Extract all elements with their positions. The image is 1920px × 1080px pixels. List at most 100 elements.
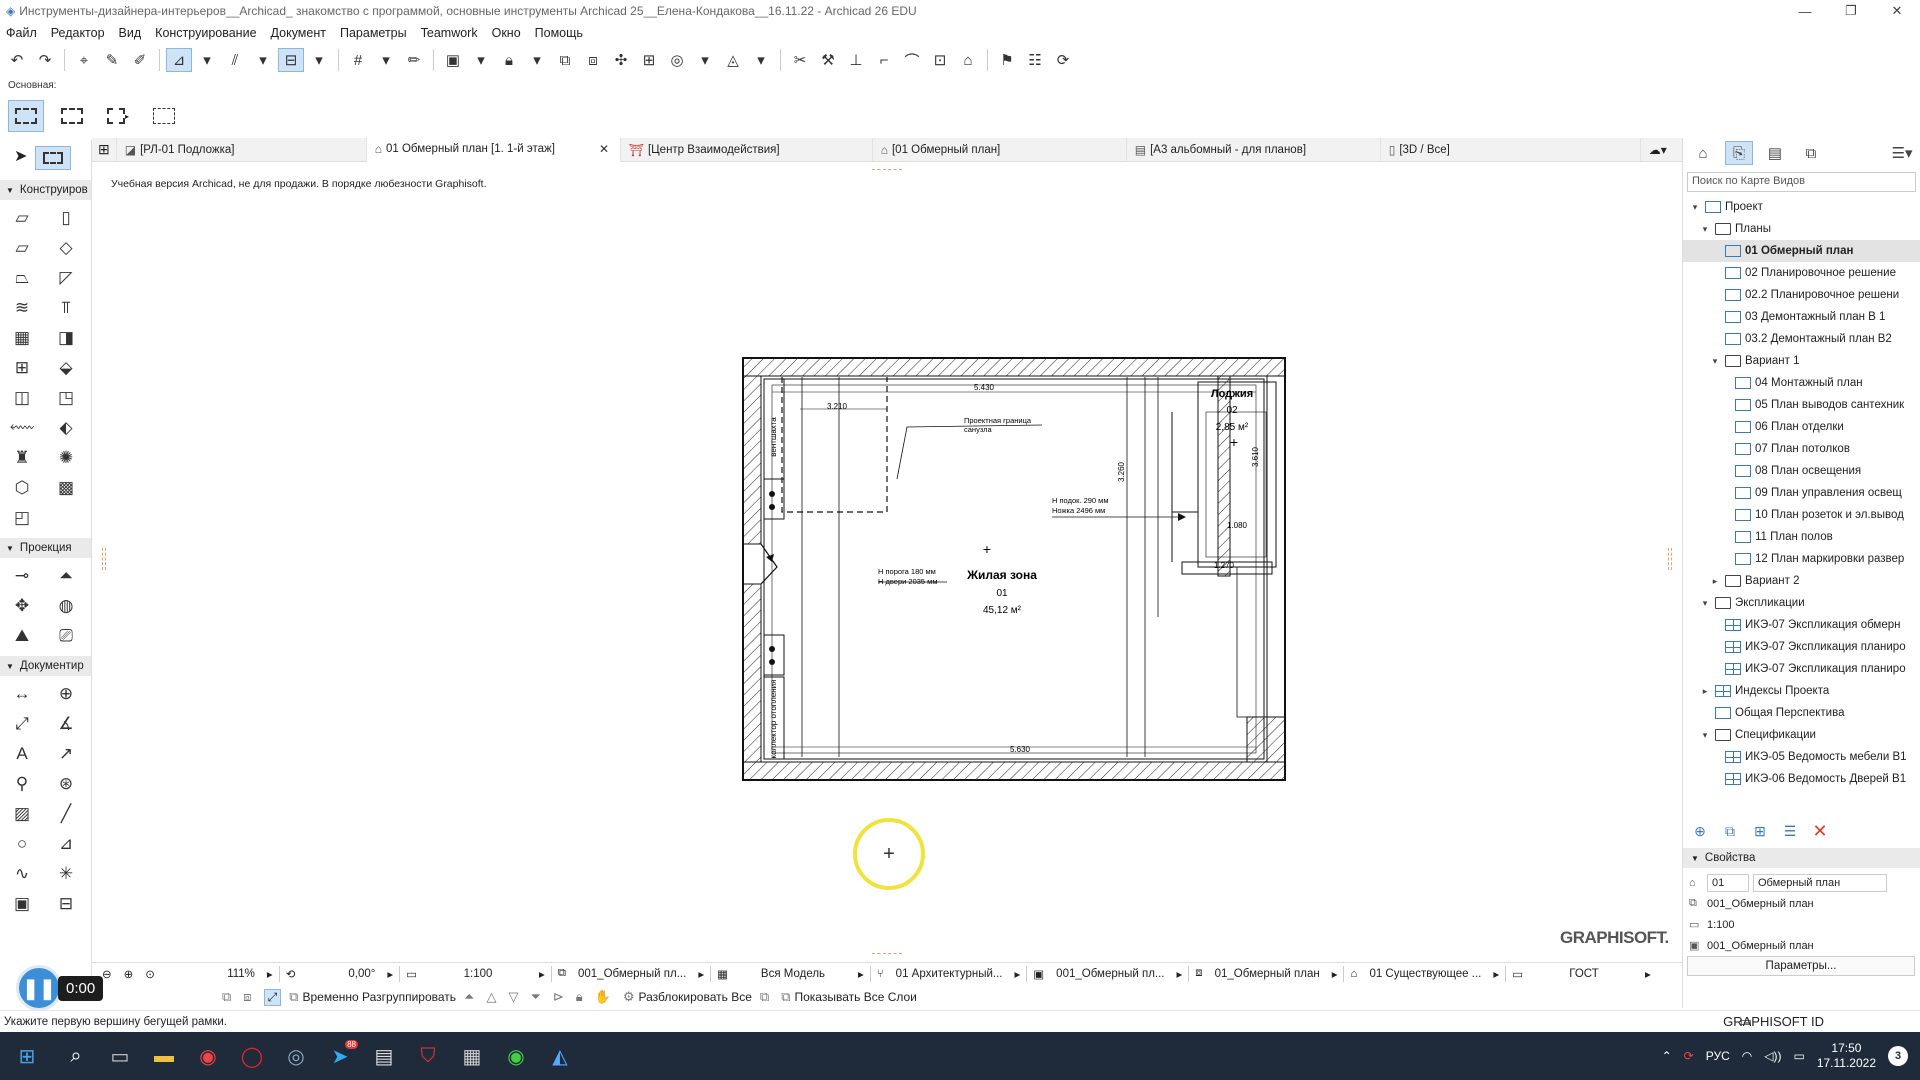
shell-icon[interactable]: ◸ — [44, 266, 88, 290]
graphic-override-arrow-icon[interactable]: ▸ — [1326, 967, 1344, 981]
clone-view-icon[interactable]: ⧉ — [1719, 820, 1741, 842]
notifications-button[interactable]: 3 — [1888, 1046, 1908, 1066]
project-map-icon[interactable]: ⌂ — [1689, 141, 1717, 165]
view-map-item[interactable]: ▾ Вариант 1 — [1683, 350, 1920, 372]
view-map-item[interactable]: 02.2 Планировочное решени — [1683, 284, 1920, 306]
mvo-value[interactable]: 001_Обмерный пл... — [1050, 968, 1170, 980]
show-icon[interactable]: ◎ — [664, 48, 690, 72]
trace-dropdown-icon[interactable]: ▾ — [748, 48, 774, 72]
object-icon[interactable]: ♜ — [0, 446, 44, 470]
properties-header[interactable]: ▼ Свойства — [1683, 848, 1920, 868]
wifi-icon[interactable]: ◠ — [1742, 1049, 1752, 1063]
ungroup-toggle-icon[interactable]: ⧈ — [243, 989, 255, 1005]
view-map-item[interactable]: 03.2 Демонтажный план В2 — [1683, 328, 1920, 350]
worksheet-icon[interactable]: ◍ — [44, 594, 88, 618]
view-map-item[interactable]: 08 План освещения — [1683, 460, 1920, 482]
collapsed-icon[interactable]: ▸ — [1699, 686, 1711, 697]
pen-icon[interactable]: ✏ — [401, 48, 427, 72]
telegram-icon[interactable]: ➤ 88 — [318, 1034, 362, 1078]
move-up-icon[interactable]: ⏶ — [464, 989, 478, 1005]
maximize-button[interactable]: ❐ — [1828, 0, 1874, 22]
settings-view-icon[interactable]: ☰ — [1779, 820, 1801, 842]
zoom-in-icon[interactable]: ⊕ — [118, 967, 140, 981]
figure-icon[interactable]: ▣ — [0, 892, 44, 916]
layer-combination-value[interactable]: 001_Обмерный пл... — [572, 968, 692, 980]
view-map-item[interactable]: Общая Перспектива — [1683, 702, 1920, 724]
expanded-icon[interactable]: ▾ — [1699, 598, 1711, 609]
marquee-all-stories-button[interactable] — [146, 100, 182, 132]
navigator-menu-icon[interactable]: ☰▾ — [1888, 141, 1916, 165]
view-map-item[interactable]: 11 План полов — [1683, 526, 1920, 548]
view-map-item[interactable]: ▸ Вариант 2 — [1683, 570, 1920, 592]
view-map-item[interactable]: ИКЭ-05 Ведомость мебели В1 — [1683, 746, 1920, 768]
morph-icon[interactable]: ⬳ — [0, 416, 44, 440]
rotated-rectangle-selection-button[interactable] — [54, 100, 90, 132]
grid-element-icon[interactable]: ⊛ — [44, 772, 88, 796]
renovation-arrow-icon[interactable]: ▸ — [1487, 967, 1505, 981]
intersect-icon[interactable]: ⊥ — [843, 48, 869, 72]
left-splitter-grip[interactable] — [102, 548, 106, 570]
view-map-item[interactable]: 03 Демонтажный план В 1 — [1683, 306, 1920, 328]
language-indicator[interactable]: РУС — [1706, 1049, 1730, 1063]
grid-snap-icon[interactable]: ⊟ — [278, 48, 304, 72]
graphic-override-value[interactable]: 01_Обмерный план — [1209, 968, 1326, 980]
layout-dropdown-icon[interactable]: ▾ — [468, 48, 494, 72]
pen-set-arrow-icon[interactable]: ▸ — [1009, 967, 1027, 981]
marquee-tool-icon[interactable] — [35, 146, 72, 170]
collapsed-icon[interactable]: ▸ — [1709, 576, 1721, 587]
menu-help[interactable]: Помощь — [535, 26, 583, 40]
search-icon[interactable]: ⌕ — [54, 1034, 98, 1078]
battery-icon[interactable]: ▭ — [1793, 1049, 1804, 1063]
opera-icon[interactable]: ◯ — [230, 1034, 274, 1078]
pen-set-value[interactable]: 01 Архитектурный... — [890, 968, 1009, 980]
curve-icon[interactable]: ⌒ — [899, 48, 925, 72]
lock-dropdown-icon[interactable]: ▾ — [524, 48, 550, 72]
structure-display-value[interactable]: Вся Модель — [734, 968, 852, 980]
mvo-arrow-icon[interactable]: ▸ — [1171, 967, 1189, 981]
toolbox-section-viewpoint[interactable]: ▼ Проекция — [0, 538, 91, 558]
app-red-icon[interactable]: ⛉ — [406, 1034, 450, 1078]
dimension-std-value[interactable]: ГОСТ — [1529, 968, 1639, 980]
menu-edit[interactable]: Редактор — [51, 26, 105, 40]
tray-chevron-icon[interactable]: ⌃ — [1662, 1049, 1672, 1063]
menu-view[interactable]: Вид — [119, 26, 142, 40]
syringe-icon[interactable]: ✐ — [127, 48, 153, 72]
view-map-item[interactable]: 04 Монтажный план — [1683, 372, 1920, 394]
eyedropper-icon[interactable]: ✎ — [99, 48, 125, 72]
store-icon[interactable]: ▤ — [362, 1034, 406, 1078]
grid-dropdown-icon[interactable]: ▾ — [373, 48, 399, 72]
toolbox-section-document[interactable]: ▼ Документир — [0, 656, 91, 676]
snap-dropdown-icon[interactable]: ▾ — [194, 48, 220, 72]
section-icon[interactable]: ⊸ — [0, 564, 44, 588]
volume-icon[interactable]: ◁)) — [1764, 1049, 1781, 1063]
new-folder-icon[interactable]: ⊞ — [1749, 820, 1771, 842]
view-map-search-input[interactable]: Поиск по Карте Видов — [1687, 172, 1916, 192]
publish-icon[interactable]: ⟳ — [1050, 48, 1076, 72]
explode-icon[interactable]: ✣ — [608, 48, 634, 72]
elevation-icon[interactable]: ⏶ — [44, 564, 88, 588]
view-map-item[interactable]: 05 План выводов сантехник — [1683, 394, 1920, 416]
zone-icon[interactable]: ⬡ — [0, 476, 44, 500]
flag-icon[interactable]: ⚑ — [994, 48, 1020, 72]
chrome-icon[interactable]: ◉ — [186, 1034, 230, 1078]
marquee-options-button[interactable]: ▸ — [100, 100, 136, 132]
adjust-icon[interactable]: ⚒ — [815, 48, 841, 72]
move-down-icon[interactable]: ▽ — [508, 989, 522, 1005]
roof-icon[interactable]: ⌂ — [955, 48, 981, 72]
close-button[interactable]: ✕ — [1874, 0, 1920, 22]
rotate-icon[interactable]: ⟲ — [280, 967, 302, 981]
move-upper-icon[interactable]: △ — [486, 989, 500, 1005]
arrow-tool-icon[interactable]: ➤ — [14, 146, 27, 170]
layout-icon[interactable]: ▣ — [440, 48, 466, 72]
properties-list-icon[interactable]: ☷ — [1022, 48, 1048, 72]
door-icon[interactable]: ◨ — [44, 326, 88, 350]
menu-window[interactable]: Окно — [492, 26, 521, 40]
show-dropdown-icon[interactable]: ▾ — [692, 48, 718, 72]
orientation-arrow-icon[interactable]: ▸ — [381, 967, 399, 981]
layer-arrow-icon[interactable]: ▸ — [692, 967, 710, 981]
view-map-item[interactable]: ИКЭ-07 Экспликация планиро — [1683, 658, 1920, 680]
floor-plan-drawing[interactable]: вентшахта коллектор отопления + + Жилая … — [742, 357, 1288, 783]
unlock-all-button[interactable]: ⚙ Разблокировать Все — [623, 989, 752, 1005]
curtain-wall-icon[interactable]: ▦ — [0, 326, 44, 350]
expanded-icon[interactable]: ▾ — [1699, 730, 1711, 741]
